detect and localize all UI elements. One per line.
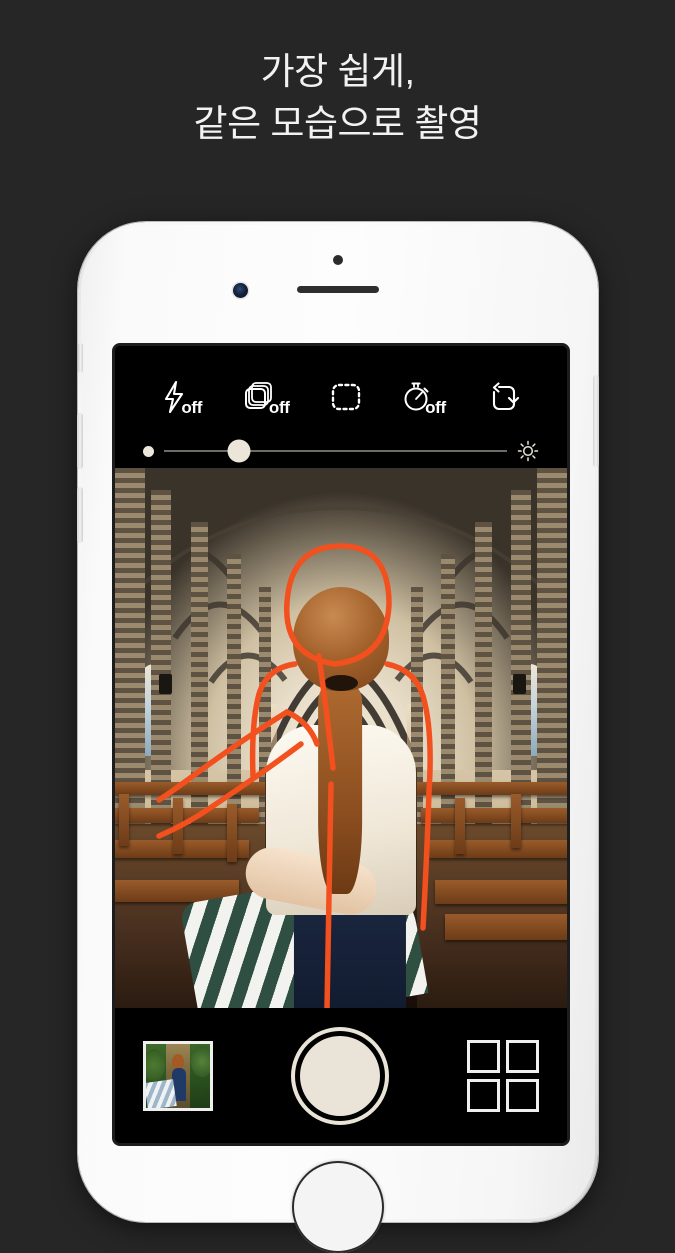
- exposure-slider-track[interactable]: [164, 439, 507, 463]
- timer-status: off: [425, 398, 446, 417]
- camera-bottom-bar: [115, 1008, 567, 1143]
- dot-icon: [143, 445, 154, 457]
- proximity-sensor: [333, 255, 343, 265]
- camera-flip-icon: [487, 380, 521, 414]
- shutter-inner: [300, 1035, 380, 1116]
- grid-tile: [506, 1039, 539, 1073]
- volume-up-button[interactable]: [77, 413, 83, 469]
- grid-view-button[interactable]: [467, 1039, 539, 1112]
- grid-tile: [506, 1078, 539, 1112]
- headline-line-1: 가장 쉽게,: [260, 51, 415, 92]
- silent-switch[interactable]: [78, 343, 83, 373]
- page-title: 가장 쉽게, 같은 모습으로 촬영: [0, 46, 675, 150]
- volume-down-button[interactable]: [77, 487, 83, 543]
- overlay-frame-toggle[interactable]: [330, 374, 362, 414]
- flash-toggle[interactable]: off: [161, 374, 203, 417]
- grid-tile: [467, 1078, 500, 1112]
- gallery-thumbnail[interactable]: [143, 1040, 213, 1111]
- grid-tile: [467, 1039, 500, 1073]
- burst-status: off: [268, 398, 290, 417]
- exposure-slider[interactable]: [115, 434, 567, 468]
- burst-toggle[interactable]: off: [243, 374, 290, 417]
- headline-line-2: 같은 모습으로 촬영: [193, 103, 482, 144]
- phone-body: off off off: [77, 225, 599, 1253]
- phone-device: off off off: [77, 222, 599, 1253]
- camera-toolbar: off off off: [115, 346, 567, 468]
- live-preview-image: [115, 468, 567, 1008]
- flip-camera[interactable]: [487, 374, 521, 414]
- subject-silhouette: [179, 586, 435, 1008]
- front-camera: [233, 283, 248, 298]
- brightness-sun-icon: [517, 440, 539, 462]
- dashed-frame-icon: [330, 380, 362, 414]
- earpiece-speaker: [297, 286, 379, 293]
- flash-status: off: [181, 398, 203, 417]
- shutter-button[interactable]: [291, 1026, 389, 1125]
- home-button[interactable]: [292, 1161, 384, 1253]
- phone-screen: off off off: [115, 346, 567, 1143]
- exposure-slider-thumb[interactable]: [227, 439, 251, 463]
- camera-viewfinder[interactable]: [115, 468, 567, 1008]
- timer-toggle[interactable]: off: [403, 374, 446, 417]
- power-button[interactable]: [593, 375, 599, 467]
